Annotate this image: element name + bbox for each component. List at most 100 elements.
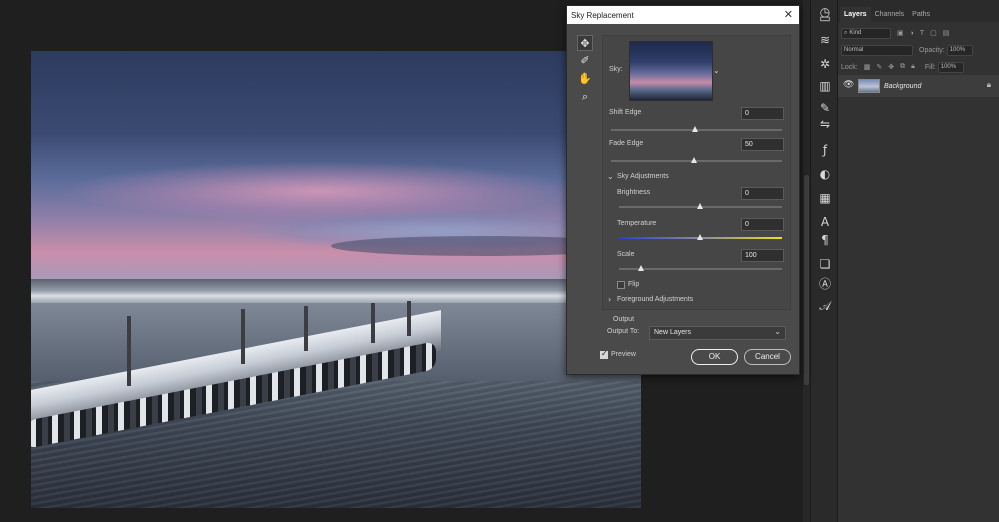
opacity-field[interactable]: 100% [946, 44, 973, 56]
lock-transparent-icon[interactable]: ▩ [864, 63, 871, 71]
sky-brush-icon[interactable]: ✐ [577, 53, 593, 69]
fill-value: 100% [940, 64, 957, 70]
ok-button[interactable]: OK [691, 349, 738, 365]
histogram-icon[interactable]: ▥ [817, 78, 833, 94]
color-icon[interactable]: ◐ [817, 166, 833, 182]
fade-edge-slider-thumb[interactable] [691, 157, 697, 163]
cancel-button[interactable]: Cancel [744, 349, 791, 365]
chevron-down-icon[interactable]: ⌄ [713, 66, 720, 75]
layers-panel: Layers Channels Paths ⌕ Kind ▣ ◑ T ▢ ▤ N… [838, 0, 999, 522]
temperature-field[interactable]: 0 [741, 218, 784, 231]
document-image[interactable] [31, 51, 641, 508]
canvas-scrollbar[interactable] [803, 0, 810, 522]
preview-checkbox[interactable] [600, 349, 608, 359]
temperature-slider-thumb[interactable] [697, 234, 703, 240]
pier-post [304, 306, 308, 351]
fill-field[interactable]: 100% [937, 61, 964, 73]
type-style-icon[interactable]: 𝒜 [817, 298, 833, 314]
lock-all-icon[interactable]: 🔒︎ [911, 63, 915, 71]
swatches-icon[interactable]: ▦ [817, 190, 833, 206]
zoom-tool-icon[interactable]: ⌕ [577, 89, 593, 105]
filter-smart-object-icon[interactable]: ▤ [943, 29, 950, 37]
flip-checkbox[interactable] [617, 281, 625, 289]
filter-pixel-icon[interactable]: ▣ [897, 29, 904, 37]
hand-tool-icon[interactable]: ✋ [577, 71, 593, 87]
shift-edge-label: Shift Edge [609, 109, 642, 116]
filter-shape-icon[interactable]: ▢ [930, 29, 937, 37]
scale-label: Scale [617, 251, 635, 258]
fade-edge-label: Fade Edge [609, 140, 644, 147]
shift-edge-slider-thumb[interactable] [692, 126, 698, 132]
filter-kind-select[interactable]: ⌕ Kind [841, 27, 891, 39]
tab-channels[interactable]: Channels [871, 7, 909, 22]
comments-icon[interactable]: ▭ [817, 10, 833, 26]
opacity-label: Opacity: [919, 46, 945, 54]
chevron-down-icon[interactable]: ⌄ [607, 172, 614, 181]
chevron-right-icon[interactable]: › [608, 295, 611, 304]
filter-kind-label: Kind [849, 30, 862, 36]
output-to-select[interactable]: New Layers ⌄ [649, 326, 786, 340]
pier-post [127, 316, 131, 386]
lock-position-icon[interactable]: ✥ [888, 63, 894, 71]
glyphs-icon[interactable]: Ⓐ [817, 276, 833, 292]
pier-post [371, 303, 375, 343]
fx-icon[interactable]: ƒ [817, 142, 833, 158]
output-to-label: Output To: [607, 328, 640, 335]
chevron-down-icon: ⌄ [774, 327, 781, 336]
dialog-title: Sky Replacement [571, 10, 634, 20]
tab-paths[interactable]: Paths [908, 7, 934, 22]
sky-adjustments-header[interactable]: Sky Adjustments [617, 173, 669, 180]
move-tool-icon[interactable]: ✥ [577, 35, 593, 51]
scrollbar-thumb[interactable] [804, 175, 809, 385]
lock-image-icon[interactable]: ✎ [876, 63, 882, 71]
properties-icon[interactable]: ≋ [817, 32, 833, 48]
dialog-tools: ✥ ✐ ✋ ⌕ [577, 35, 593, 107]
brightness-field[interactable]: 0 [741, 187, 784, 200]
adjustments-icon[interactable]: ✲ [817, 56, 833, 72]
search-icon: ⌕ [844, 29, 848, 36]
layer-row-background[interactable]: 👁︎ Background 🔒︎ [838, 75, 999, 97]
layer-comps-icon[interactable]: ❏ [817, 256, 833, 272]
brightness-label: Brightness [617, 189, 651, 196]
pier-post [407, 301, 411, 336]
filter-adjustment-icon[interactable]: ◑ [910, 30, 914, 37]
output-to-value: New Layers [654, 329, 691, 336]
pier-post [241, 309, 245, 364]
brush-icon[interactable]: ✎ [817, 100, 833, 116]
filter-row: ⌕ Kind ▣ ◑ T ▢ ▤ [838, 25, 999, 41]
lock-label: Lock: [841, 63, 858, 71]
sky-replacement-dialog: Sky Replacement ✕ ✥ ✐ ✋ ⌕ Sky: ⌄ Shift E… [566, 5, 800, 375]
blend-mode-value: Normal [844, 47, 864, 53]
temperature-label: Temperature [617, 220, 657, 227]
dialog-settings: Sky: ⌄ Shift Edge 0 Fade Edge 50 ⌄ Sky A… [602, 35, 791, 310]
layer-name[interactable]: Background [884, 83, 921, 90]
lock-row: Lock: ▩ ✎ ✥ ⧉ 🔒︎ Fill: 100% [838, 59, 999, 75]
sky-preset-thumbnail[interactable] [629, 41, 713, 101]
output-label: Output [613, 316, 635, 323]
flip-label: Flip [628, 281, 640, 288]
panel-dock: ◷ ▭ ≋ ✲ ▥ ✎ ⇋ ƒ ◐ ▦ A ¶ ❏ Ⓐ 𝒜 [810, 0, 838, 522]
filter-type-icon[interactable]: T [920, 30, 924, 37]
close-icon[interactable]: ✕ [784, 8, 793, 21]
eye-icon[interactable]: 👁︎ [843, 80, 854, 90]
character-icon[interactable]: A [817, 214, 833, 230]
scale-slider-thumb[interactable] [638, 265, 644, 271]
dialog-titlebar: Sky Replacement ✕ [567, 6, 799, 24]
lock-artboard-icon[interactable]: ⧉ [900, 63, 905, 71]
opacity-value: 100% [949, 47, 966, 53]
blend-row: Normal Opacity: 100% [838, 42, 999, 58]
blend-mode-select[interactable]: Normal [841, 44, 913, 56]
paragraph-icon[interactable]: ¶ [817, 232, 833, 248]
scale-field[interactable]: 100 [741, 249, 784, 262]
tab-layers[interactable]: Layers [840, 7, 871, 22]
brightness-slider-thumb[interactable] [697, 203, 703, 209]
layers-panel-tabs: Layers Channels Paths [838, 0, 999, 22]
foreground-adjustments-header[interactable]: Foreground Adjustments [617, 296, 693, 303]
shift-edge-field[interactable]: 0 [741, 107, 784, 120]
brush-settings-icon[interactable]: ⇋ [817, 116, 833, 132]
photoshop-window: ◷ ▭ ≋ ✲ ▥ ✎ ⇋ ƒ ◐ ▦ A ¶ ❏ Ⓐ 𝒜 Layers Cha… [0, 0, 999, 522]
layer-thumbnail [858, 79, 880, 93]
lock-icon: 🔒︎ [986, 80, 991, 89]
fade-edge-field[interactable]: 50 [741, 138, 784, 151]
sky-label: Sky: [609, 66, 623, 73]
